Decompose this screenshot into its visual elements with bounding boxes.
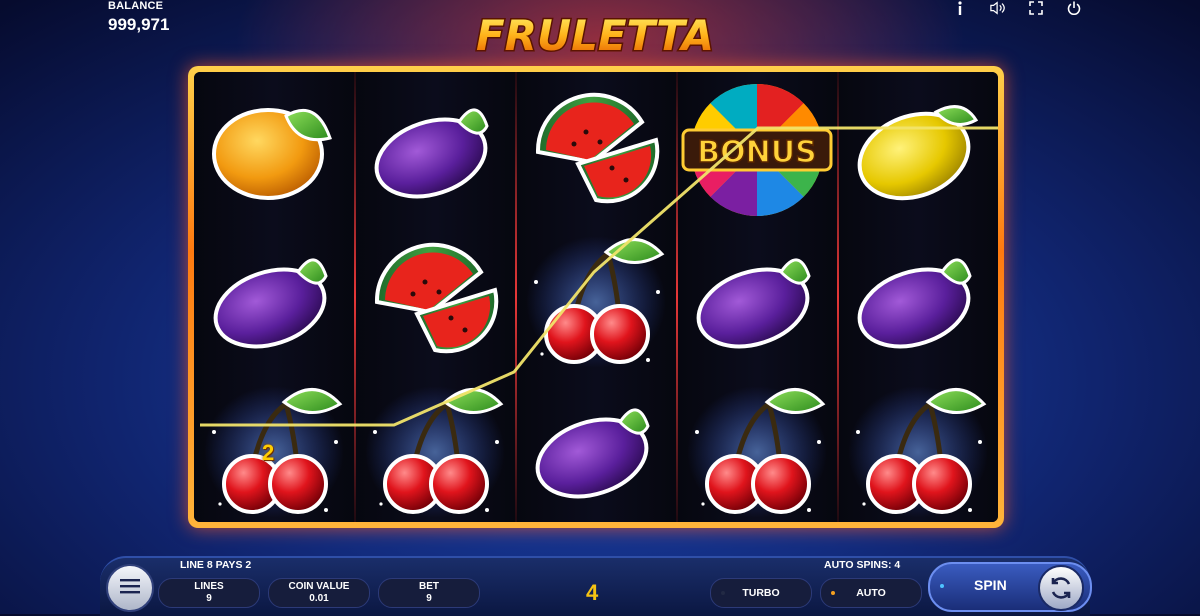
lemon-symbol: [838, 72, 998, 222]
menu-icon: [120, 578, 140, 599]
coin-value-selector[interactable]: COIN VALUE 0.01: [268, 578, 370, 608]
top-icons: [952, 0, 1082, 16]
spin-button[interactable]: SPIN: [928, 562, 1092, 612]
info-icon[interactable]: [952, 0, 968, 16]
turbo-label: TURBO: [742, 587, 780, 599]
cherry-symbol: [516, 222, 676, 372]
spin-indicator: [940, 584, 944, 588]
lines-value: 9: [206, 593, 212, 604]
refresh-icon[interactable]: [1038, 565, 1084, 611]
game-logo: FRULETTA: [474, 10, 715, 62]
plum-symbol: [677, 222, 837, 372]
cherry-symbol: [355, 372, 515, 522]
line-win-message: LINE 8 PAYS 2: [180, 559, 252, 571]
win-multiplier: 2: [262, 440, 275, 465]
bonus-symbol: BONUS: [677, 72, 837, 222]
reel-area: BONUS: [194, 72, 998, 522]
watermelon-symbol: [355, 222, 515, 372]
power-icon[interactable]: [1066, 0, 1082, 16]
lines-label: LINES: [194, 581, 224, 592]
watermelon-symbol: [516, 72, 676, 222]
balance-label: BALANCE: [108, 0, 164, 12]
logo-text: FRULETTA: [476, 11, 714, 60]
cherry-symbol: [838, 372, 998, 522]
coin-value-value: 0.01: [309, 593, 329, 604]
bet-value: 9: [426, 593, 432, 604]
spin-label: SPIN: [974, 577, 1007, 593]
balance-display: BALANCE 999,971: [108, 0, 169, 35]
menu-button[interactable]: [106, 564, 154, 612]
plum-symbol: [355, 72, 515, 222]
balance-value: 999,971: [108, 15, 170, 34]
bonus-label: BONUS: [697, 135, 816, 170]
bet-selector[interactable]: BET 9: [378, 578, 480, 608]
coin-value-label: COIN VALUE: [288, 581, 350, 592]
cherry-symbol: [677, 372, 837, 522]
auto-spins-counter: AUTO SPINS: 4: [824, 559, 901, 571]
plum-symbol: [194, 222, 354, 372]
win-amount: 4: [586, 580, 599, 605]
fullscreen-icon[interactable]: [1028, 0, 1044, 16]
lines-selector[interactable]: LINES 9: [158, 578, 260, 608]
plum-symbol: [838, 222, 998, 372]
auto-toggle[interactable]: AUTO: [820, 578, 922, 608]
sound-icon[interactable]: [990, 0, 1006, 16]
bet-label: BET: [419, 581, 439, 592]
orange-symbol: [194, 72, 354, 222]
auto-label: AUTO: [856, 587, 886, 599]
turbo-toggle[interactable]: TURBO: [710, 578, 812, 608]
plum-symbol: [516, 372, 676, 522]
